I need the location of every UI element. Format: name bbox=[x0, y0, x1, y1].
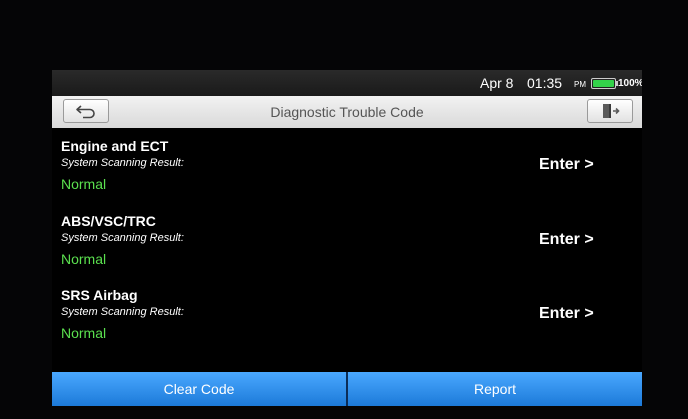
system-name: ABS/VSC/TRC bbox=[61, 213, 156, 229]
system-name: Engine and ECT bbox=[61, 138, 169, 154]
scan-result-value: Normal bbox=[61, 251, 107, 267]
battery-icon bbox=[591, 78, 616, 89]
back-arrow-icon bbox=[76, 105, 95, 119]
clear-code-button[interactable]: Clear Code bbox=[52, 372, 346, 406]
page-title: Diagnostic Trouble Code bbox=[270, 104, 424, 120]
status-bar: Apr 8 01:35 PM 100% bbox=[52, 70, 642, 96]
scan-result-label: System Scanning Result: bbox=[61, 232, 184, 244]
scan-result-label: System Scanning Result: bbox=[61, 157, 184, 169]
status-ampm: PM bbox=[574, 80, 586, 89]
status-date: Apr 8 bbox=[480, 75, 514, 91]
status-time: 01:35 bbox=[527, 75, 563, 91]
scan-result-value: Normal bbox=[61, 176, 107, 192]
enter-button-srs[interactable]: Enter > bbox=[539, 305, 594, 323]
exit-button[interactable] bbox=[587, 99, 633, 123]
bottom-action-bar: Clear Code Report bbox=[52, 372, 642, 406]
device-screen: Apr 8 01:35 PM 100% Diagnostic Trouble C… bbox=[52, 70, 642, 406]
scan-result-label: System Scanning Result: bbox=[61, 306, 184, 318]
battery-fill bbox=[593, 80, 614, 87]
system-row-abs: ABS/VSC/TRC System Scanning Result: Norm… bbox=[52, 213, 642, 287]
report-button[interactable]: Report bbox=[348, 372, 642, 406]
system-row-srs: SRS Airbag System Scanning Result: Norma… bbox=[52, 287, 642, 361]
system-row-engine: Engine and ECT System Scanning Result: N… bbox=[52, 138, 642, 212]
system-name: SRS Airbag bbox=[61, 287, 138, 303]
battery-percent: 100% bbox=[618, 78, 642, 89]
enter-button-engine[interactable]: Enter > bbox=[539, 156, 594, 174]
title-bar: Diagnostic Trouble Code bbox=[52, 96, 642, 128]
exit-door-icon bbox=[603, 104, 620, 118]
enter-button-abs[interactable]: Enter > bbox=[539, 231, 594, 249]
back-button[interactable] bbox=[63, 99, 109, 123]
scan-result-value: Normal bbox=[61, 325, 107, 341]
